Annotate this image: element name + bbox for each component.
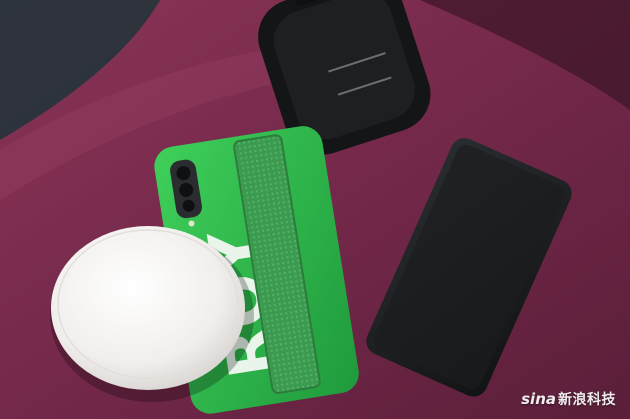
watermark-text: 新浪科技	[558, 392, 616, 408]
photo-illustration: ROY	[0, 0, 630, 419]
charging-pad	[51, 226, 245, 390]
photo-scene: ROY sina 新浪科技	[0, 0, 630, 419]
watermark: sina 新浪科技	[521, 389, 616, 409]
watermark-logo: sina	[521, 390, 556, 408]
